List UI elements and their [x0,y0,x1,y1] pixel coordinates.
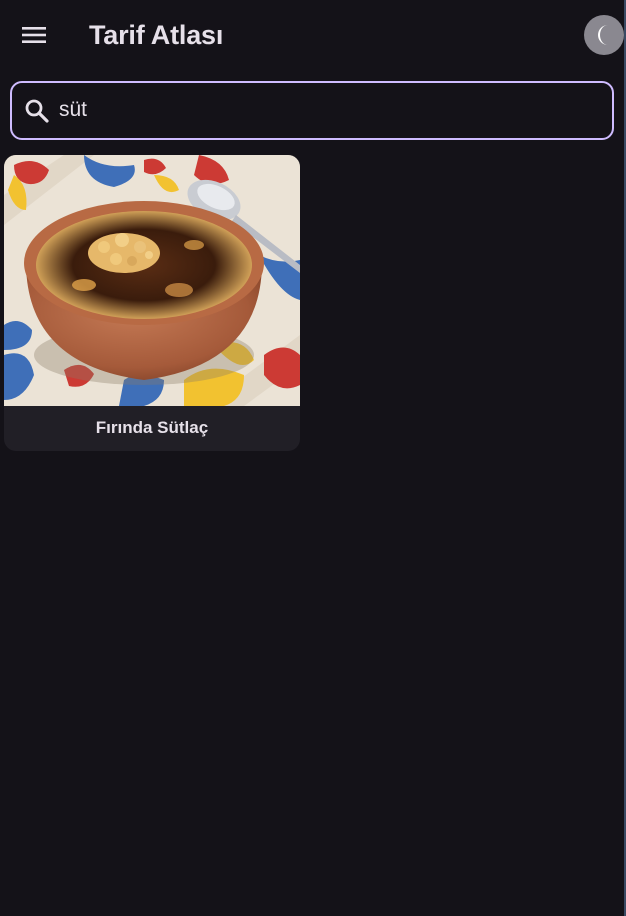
search-field[interactable] [10,81,614,140]
recipe-title: Fırında Sütlaç [95,418,209,437]
dark-mode-icon [598,25,608,45]
recipe-image [4,155,300,406]
menu-icon [22,27,46,43]
menu-button[interactable] [14,15,54,55]
theme-toggle-button[interactable] [584,15,624,55]
search-icon [25,99,49,123]
app-bar: Tarif Atlası [0,0,624,70]
search-input[interactable] [59,91,599,129]
recipe-card[interactable]: Fırında Sütlaç [4,155,300,451]
app-title: Tarif Atlası [89,20,224,50]
